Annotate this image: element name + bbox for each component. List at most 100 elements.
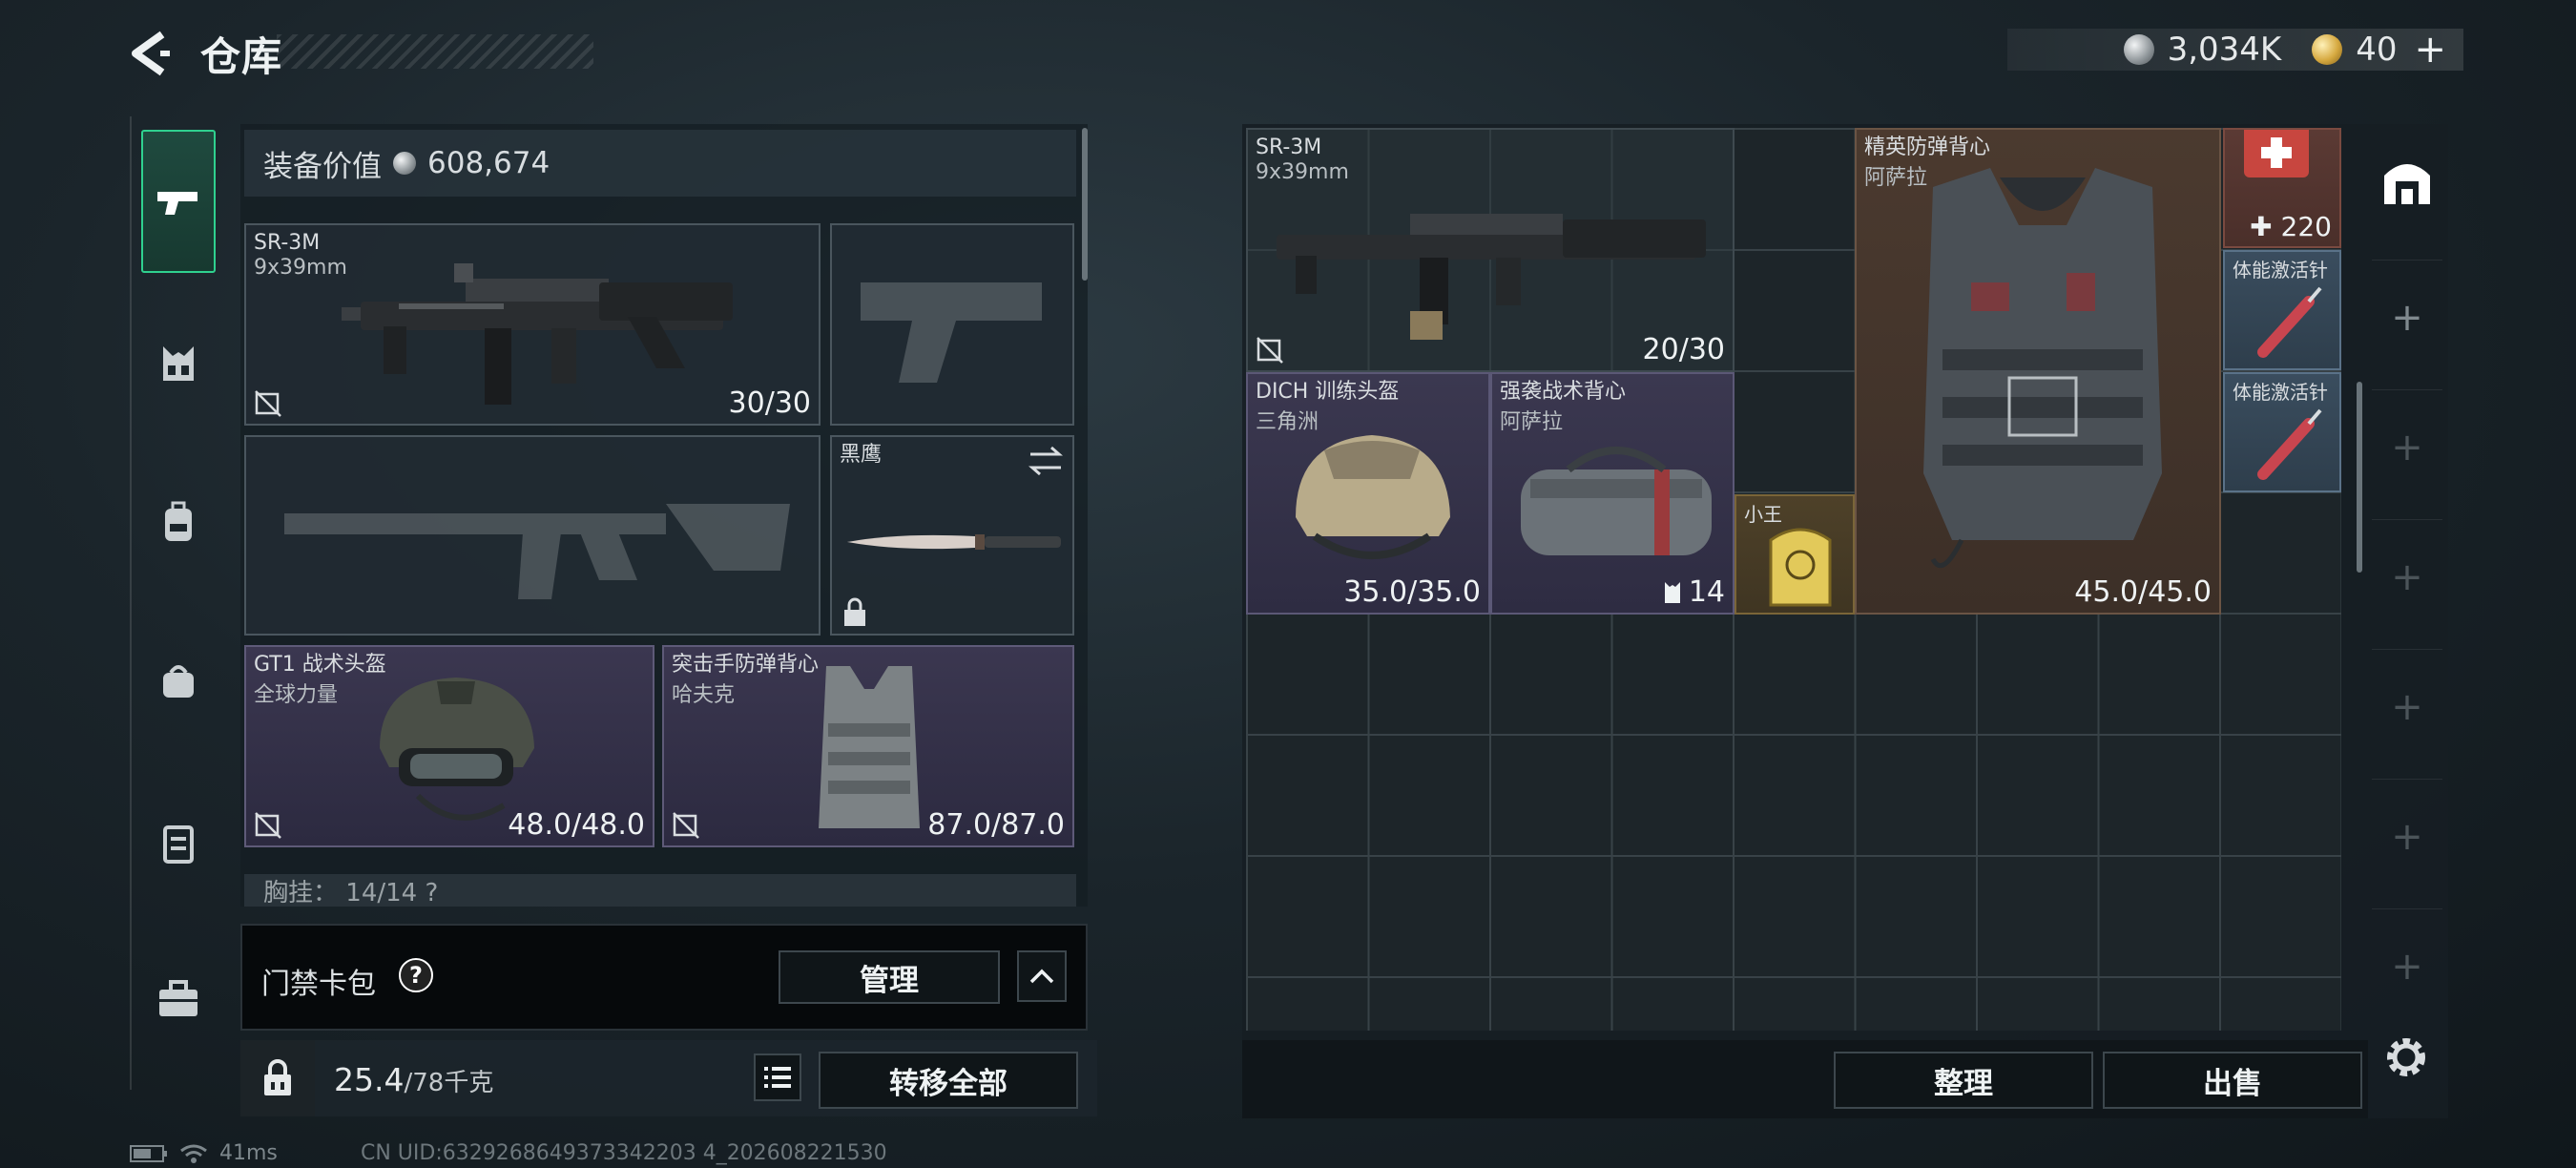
- silver-balance: 3,034K: [2167, 31, 2282, 69]
- rifle-placeholder-icon: [284, 504, 790, 599]
- gold-balance: 40: [2356, 31, 2398, 69]
- tab-chest-rig[interactable]: [141, 292, 216, 435]
- expand-button[interactable]: [1017, 950, 1067, 1002]
- list-view-button[interactable]: [754, 1053, 801, 1101]
- item-name: 强袭战术背心: [1500, 380, 1627, 404]
- storage-item-elite-vest[interactable]: 精英防弹背心 阿萨拉 45.0/45.0: [1855, 128, 2221, 615]
- ping-value: 41ms: [219, 1141, 278, 1165]
- add-storage-tab-6[interactable]: +: [2372, 908, 2442, 1023]
- category-rail: [130, 116, 221, 1090]
- equipment-value: 608,674: [427, 146, 551, 180]
- backpack-icon: [165, 501, 192, 541]
- ammo-count: 30/30: [728, 386, 811, 420]
- item-name: 体能激活针: [2233, 259, 2328, 282]
- secondary-weapon-slot[interactable]: [244, 435, 821, 636]
- knife-image: [847, 534, 1061, 550]
- back-arrow-icon: [132, 31, 170, 76]
- armor-durability: 87.0/87.0: [927, 808, 1065, 842]
- storage-item-first-aid[interactable]: ✚ 220: [2223, 128, 2341, 248]
- padlock-icon: [264, 1059, 291, 1095]
- item-name: SR-3M: [1256, 136, 1322, 159]
- storage-item-stim-1[interactable]: 体能激活针: [2223, 250, 2341, 370]
- toolbox-icon: [159, 980, 197, 1016]
- helmet-slot[interactable]: GT1 战术头盔 全球力量 48.0/48.0: [244, 645, 654, 847]
- settings-button[interactable]: [2379, 1031, 2433, 1084]
- chest-rig-extra: ?: [425, 879, 439, 907]
- warehouse-icon: [2384, 164, 2430, 204]
- plus-icon: +: [2391, 425, 2423, 469]
- storage-item-tactical-rig[interactable]: 强袭战术背心 阿萨拉 14: [1490, 372, 1735, 615]
- no-insurance-icon: [255, 390, 281, 417]
- manage-button[interactable]: 管理: [779, 950, 1000, 1004]
- tab-toolbox[interactable]: [141, 928, 216, 1071]
- storage-item-dich-helmet[interactable]: DICH 训练头盔 三角洲 35.0/35.0: [1246, 372, 1490, 615]
- card-image: [1769, 528, 1832, 607]
- back-button[interactable]: [126, 29, 176, 78]
- storage-item-sr-3m[interactable]: SR-3M 9x39mm 20/30: [1246, 128, 1735, 372]
- help-button[interactable]: ?: [399, 958, 433, 992]
- transfer-all-button[interactable]: 转移全部: [819, 1052, 1078, 1109]
- pistol-placeholder-icon: [861, 282, 1042, 383]
- pistol-icon: [157, 192, 197, 215]
- equipment-value-label: 装备价值: [263, 149, 382, 184]
- tab-weapons[interactable]: [141, 130, 216, 273]
- item-faction: 全球力量: [254, 683, 339, 707]
- tab-pouch[interactable]: [141, 609, 216, 752]
- rig-slots: 14: [1688, 575, 1725, 609]
- primary-weapon-slot[interactable]: SR-3M 9x39mm 30/30: [244, 223, 821, 426]
- add-storage-tab-5[interactable]: +: [2372, 779, 2442, 893]
- plus-icon: +: [2391, 814, 2423, 859]
- add-currency-button[interactable]: +: [2414, 28, 2446, 72]
- ammo-count: 20/30: [1642, 333, 1725, 366]
- chest-rig-row[interactable]: 胸挂： 14/14 ?: [244, 874, 1076, 907]
- wifi-icon: [180, 1144, 207, 1163]
- status-bar: 41ms: [130, 1141, 278, 1165]
- tab-case[interactable]: [141, 771, 216, 914]
- case-icon: [163, 825, 194, 864]
- add-storage-tab-3[interactable]: +: [2372, 519, 2442, 634]
- warehouse-tab[interactable]: [2372, 124, 2442, 239]
- medkit-value: 220: [2280, 211, 2332, 242]
- armor-vest-image: [819, 666, 920, 828]
- max-weight: /78千克: [404, 1069, 494, 1097]
- item-name: SR-3M: [254, 231, 321, 255]
- sr-3m-rifle-image: [1277, 214, 1706, 340]
- armor-vest-image: [1923, 168, 2162, 569]
- tab-backpack[interactable]: [141, 450, 216, 594]
- pistol-slot[interactable]: [830, 223, 1074, 426]
- add-storage-tab-1[interactable]: +: [2372, 260, 2442, 374]
- gear-icon: [2387, 1038, 2425, 1076]
- item-name: 突击手防弹背心: [672, 653, 820, 677]
- currency-bar: 3,034K 40 +: [2007, 28, 2463, 72]
- item-name: 体能激活针: [2233, 381, 2328, 404]
- sell-button[interactable]: 出售: [2103, 1052, 2362, 1109]
- plus-icon: +: [2391, 944, 2423, 989]
- plus-icon: +: [2391, 554, 2423, 599]
- loadout-scrollbar[interactable]: [1082, 128, 1088, 281]
- melee-slot[interactable]: 黑鹰: [830, 435, 1074, 636]
- item-caliber: 9x39mm: [254, 256, 347, 280]
- weight-lock-button[interactable]: [240, 1040, 315, 1116]
- helmet-image: [1296, 435, 1450, 559]
- carry-weight: 25.4/78千克: [334, 1061, 493, 1098]
- equipment-value-row: 装备价值 608,674: [244, 130, 1076, 197]
- plus-icon: ✚: [2250, 211, 2281, 242]
- add-storage-tab-2[interactable]: +: [2372, 389, 2442, 504]
- plus-icon: +: [2391, 295, 2423, 340]
- sort-button[interactable]: 整理: [1834, 1052, 2093, 1109]
- chest-rig-icon: [1664, 581, 1680, 603]
- armor-slot[interactable]: 突击手防弹背心 哈夫克 87.0/87.0: [662, 645, 1074, 847]
- helmet-durability: 48.0/48.0: [508, 808, 645, 842]
- add-storage-tab-4[interactable]: +: [2372, 649, 2442, 763]
- item-name: 黑鹰: [840, 443, 883, 467]
- syringe-icon: [2257, 286, 2322, 358]
- battery-icon: [130, 1144, 167, 1162]
- storage-item-xiaowang[interactable]: 小王: [1735, 494, 1855, 615]
- current-weight: 25.4: [334, 1061, 405, 1098]
- storage-item-stim-2[interactable]: 体能激活针: [2223, 372, 2341, 492]
- helmet-durability: 35.0/35.0: [1343, 575, 1481, 609]
- access-card-label: 门禁卡包: [261, 968, 376, 1001]
- swap-icon[interactable]: [1027, 445, 1065, 477]
- duffel-bag-image: [1521, 447, 1712, 555]
- no-insurance-icon: [255, 812, 281, 839]
